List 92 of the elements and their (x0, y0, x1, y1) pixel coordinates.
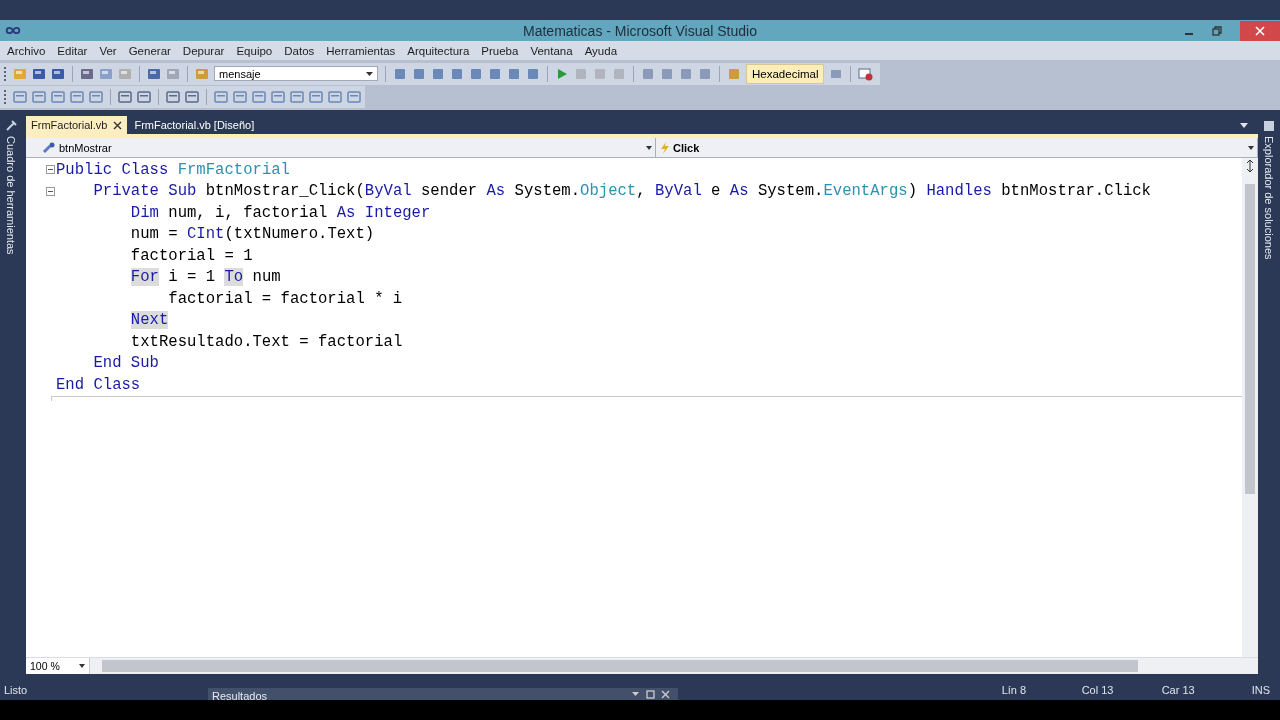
toolbar-icon[interactable] (80, 66, 94, 81)
menu-item[interactable]: Datos (284, 44, 315, 57)
app-logo-icon (4, 26, 22, 35)
document-tab[interactable]: FrmFactorial.vb (26, 116, 128, 134)
search-combo[interactable]: mensaje (214, 66, 378, 81)
toolbar-icon[interactable] (469, 66, 483, 81)
zoom-dropdown[interactable]: 100 % (26, 658, 90, 674)
toolbar-icon[interactable] (166, 89, 180, 104)
toolbar-icon[interactable] (70, 89, 84, 104)
code-line: factorial = 1 (130, 246, 253, 265)
toolbar-icon[interactable] (488, 66, 502, 81)
toolbar-icon[interactable] (290, 89, 304, 104)
toolbar-icon[interactable] (526, 66, 540, 81)
panel-title: Resultados (212, 690, 268, 700)
toolbar-icon[interactable] (641, 66, 655, 81)
close-icon (1255, 25, 1265, 36)
toolbar-icon[interactable] (431, 66, 445, 81)
char-indicator: Car 13 (1161, 684, 1196, 696)
window-title: Matematicas - Microsoft Visual Studio (523, 22, 757, 39)
menu-item[interactable]: Ayuda (584, 44, 618, 57)
toolbar-icon[interactable] (118, 89, 132, 104)
collapse-icon[interactable] (46, 186, 55, 196)
toolbar-icon[interactable] (412, 66, 426, 81)
code-line: txtResultado.Text = factorial (130, 332, 403, 351)
toolbar-icon[interactable] (698, 66, 712, 81)
caret-icon (79, 664, 85, 668)
menu-item[interactable]: Arquitectura (407, 44, 470, 57)
collapse-icon[interactable] (46, 165, 55, 175)
code-line: For i = 1 To num (130, 268, 281, 287)
menu-item[interactable]: Herramientas (326, 44, 396, 57)
split-icon[interactable] (1245, 160, 1255, 172)
code-line: num = CInt(txtNumero.Text) (130, 225, 375, 244)
toolbar-icon[interactable] (660, 66, 674, 81)
toolbar-icon[interactable] (347, 89, 361, 104)
scrollbar-thumb[interactable] (1245, 184, 1255, 494)
lightning-icon (660, 141, 670, 154)
line-indicator: Lín 8 (1001, 684, 1028, 696)
menu-item[interactable]: Equipo (236, 44, 273, 57)
menu-item[interactable]: Depurar (182, 44, 225, 57)
close-icon[interactable] (113, 120, 123, 130)
menu-item[interactable]: Archivo (7, 44, 46, 57)
menu-item[interactable]: Ver (99, 44, 117, 57)
toolbar-icon[interactable] (51, 66, 65, 81)
restore-icon[interactable] (1212, 25, 1222, 36)
code-line: factorial = factorial * i (168, 289, 403, 308)
toolbar-icon[interactable] (214, 89, 228, 104)
toolbar-icon[interactable] (32, 89, 46, 104)
toolbar-icon[interactable] (51, 89, 65, 104)
solution-icon[interactable] (1263, 120, 1275, 132)
side-panel-tab[interactable]: Cuadro de herramientas (5, 136, 17, 255)
toolbar-icon[interactable] (450, 66, 464, 81)
code-line: End Sub (93, 354, 159, 373)
close-button[interactable] (1240, 20, 1280, 41)
toolbar-icon[interactable] (309, 89, 323, 104)
toolbar-icon[interactable] (328, 89, 342, 104)
hexadecimal-button[interactable]: Hexadecimal (746, 63, 825, 84)
toolbar-icon[interactable] (32, 66, 46, 81)
toolbar-icon[interactable] (507, 66, 521, 81)
status-message: Listo (4, 684, 28, 696)
toolbar-icon[interactable] (679, 66, 693, 81)
menu-item[interactable]: Generar (128, 44, 171, 57)
toolbar-icon[interactable] (185, 89, 199, 104)
code-line: Public Class FrmFactorial (56, 160, 290, 179)
toolbar-icon[interactable] (393, 66, 407, 81)
dropdown-icon[interactable] (1240, 122, 1248, 128)
toolbar-icon[interactable] (137, 89, 151, 104)
tools-icon[interactable] (5, 120, 17, 132)
insert-mode-indicator: INS (1251, 684, 1270, 696)
toolbar-icon[interactable] (89, 89, 103, 104)
play-icon[interactable] (555, 66, 569, 81)
toolbar-icon[interactable] (13, 89, 27, 104)
code-line: Private Sub btnMostrar_Click(ByVal sender As System.Object, ByVal e As System.EventArgs) Handles btnMostrar.Click (93, 182, 1151, 201)
scrollbar-thumb[interactable] (102, 660, 1138, 672)
toolbar-icon[interactable] (147, 66, 161, 81)
menu-item[interactable]: Prueba (481, 44, 519, 57)
code-line: End Class (56, 375, 141, 394)
menu-item[interactable]: Ventana (530, 44, 573, 57)
menu-item[interactable]: Editar (57, 44, 88, 57)
toolbar-icon[interactable] (252, 89, 266, 104)
column-indicator: Col 13 (1081, 684, 1115, 696)
caret-icon (1248, 145, 1254, 150)
caret-icon (646, 145, 652, 150)
object-dropdown[interactable]: btnMostrar (26, 138, 656, 157)
code-line: Dim num, i, factorial As Integer (130, 203, 431, 222)
document-tab[interactable]: FrmFactorial.vb [Diseño] (129, 116, 260, 134)
toolbar-icon[interactable] (99, 66, 113, 81)
wand-icon (42, 141, 56, 154)
toolbar-icon[interactable] (233, 89, 247, 104)
toolbar-icon[interactable] (271, 89, 285, 104)
panel-controls-icon[interactable] (632, 690, 672, 699)
side-panel-tab[interactable]: Explorador de soluciones (1263, 136, 1275, 260)
caret-icon (366, 71, 373, 76)
